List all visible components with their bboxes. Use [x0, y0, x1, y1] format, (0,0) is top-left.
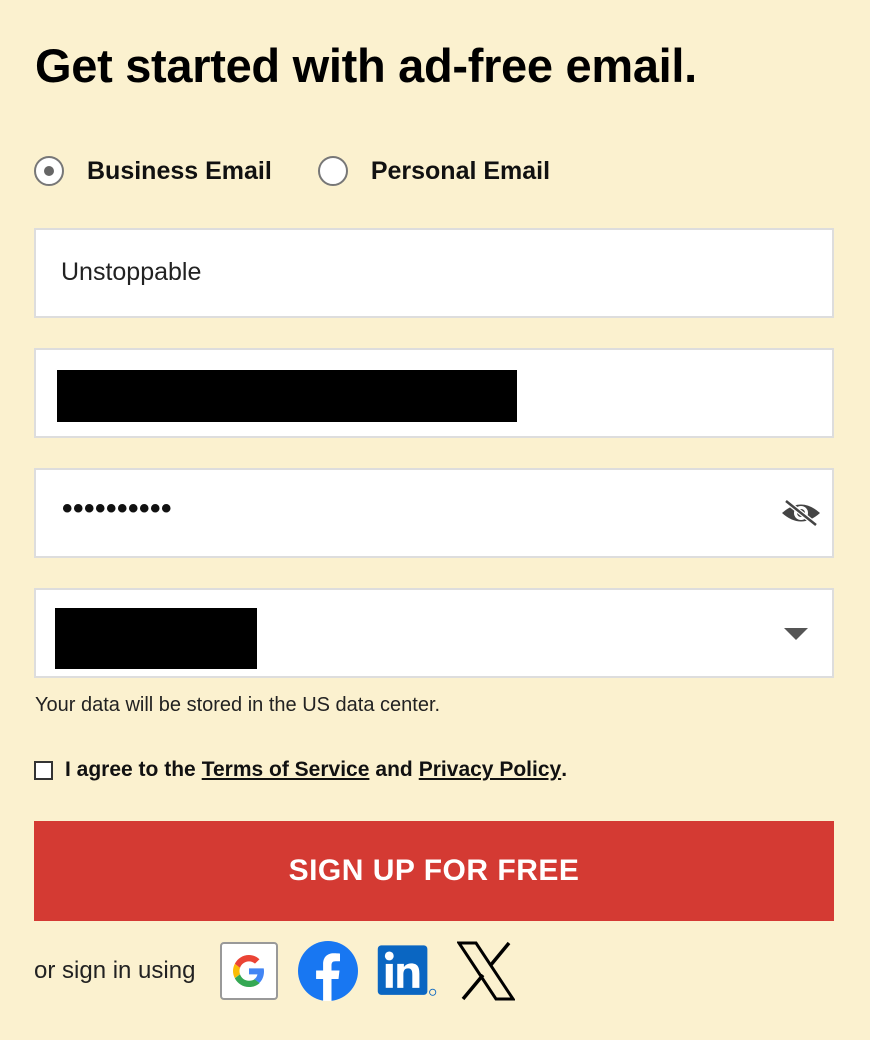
- email-field[interactable]: [34, 348, 834, 438]
- eye-slash-icon[interactable]: [780, 498, 822, 528]
- radio-selected-dot: [44, 166, 54, 176]
- social-signin: or sign in using: [34, 940, 534, 1002]
- privacy-policy-link[interactable]: Privacy Policy: [419, 758, 561, 782]
- password-value: ••••••••••: [62, 492, 173, 525]
- terms-of-service-link[interactable]: Terms of Service: [202, 758, 370, 782]
- personal-email-label: Personal Email: [370, 156, 551, 185]
- personal-email-radio[interactable]: [317, 156, 348, 186]
- business-email-label: Business Email: [87, 156, 272, 185]
- page-title: Get started with ad-free email.: [35, 39, 697, 92]
- agree-prefix: I agree to the: [65, 758, 196, 781]
- google-icon: [233, 955, 265, 987]
- terms-checkbox[interactable]: [34, 760, 53, 780]
- terms-agreement: I agree to the Terms of Service and Priv…: [34, 758, 567, 782]
- agree-suffix: .: [561, 758, 568, 781]
- password-field[interactable]: ••••••••••: [34, 468, 834, 558]
- account-type-group: Business Email Personal Email: [34, 156, 550, 186]
- agree-joiner: and: [375, 758, 413, 781]
- facebook-signin-button[interactable]: [297, 940, 359, 1002]
- email-redaction: [57, 370, 517, 422]
- x-signin-button[interactable]: [455, 940, 517, 1002]
- data-center-note: Your data will be stored in the US data …: [35, 694, 441, 716]
- linkedin-signin-button[interactable]: [376, 940, 438, 1002]
- sign-up-button[interactable]: SIGN UP FOR FREE: [34, 821, 834, 921]
- business-email-radio[interactable]: [34, 156, 64, 186]
- x-icon: [457, 941, 516, 1001]
- personal-email-option[interactable]: Personal Email: [317, 156, 551, 186]
- company-name-field[interactable]: Unstoppable: [34, 228, 834, 318]
- google-signin-button[interactable]: [218, 940, 280, 1002]
- social-signin-label: or sign in using: [34, 957, 196, 984]
- country-select[interactable]: [34, 588, 834, 678]
- company-name-value: Unstoppable: [61, 258, 202, 286]
- chevron-down-icon[interactable]: [784, 628, 808, 640]
- facebook-icon: [298, 941, 359, 1001]
- business-email-option[interactable]: Business Email: [34, 156, 272, 186]
- country-redaction: [55, 608, 257, 669]
- linkedin-icon: [378, 945, 437, 996]
